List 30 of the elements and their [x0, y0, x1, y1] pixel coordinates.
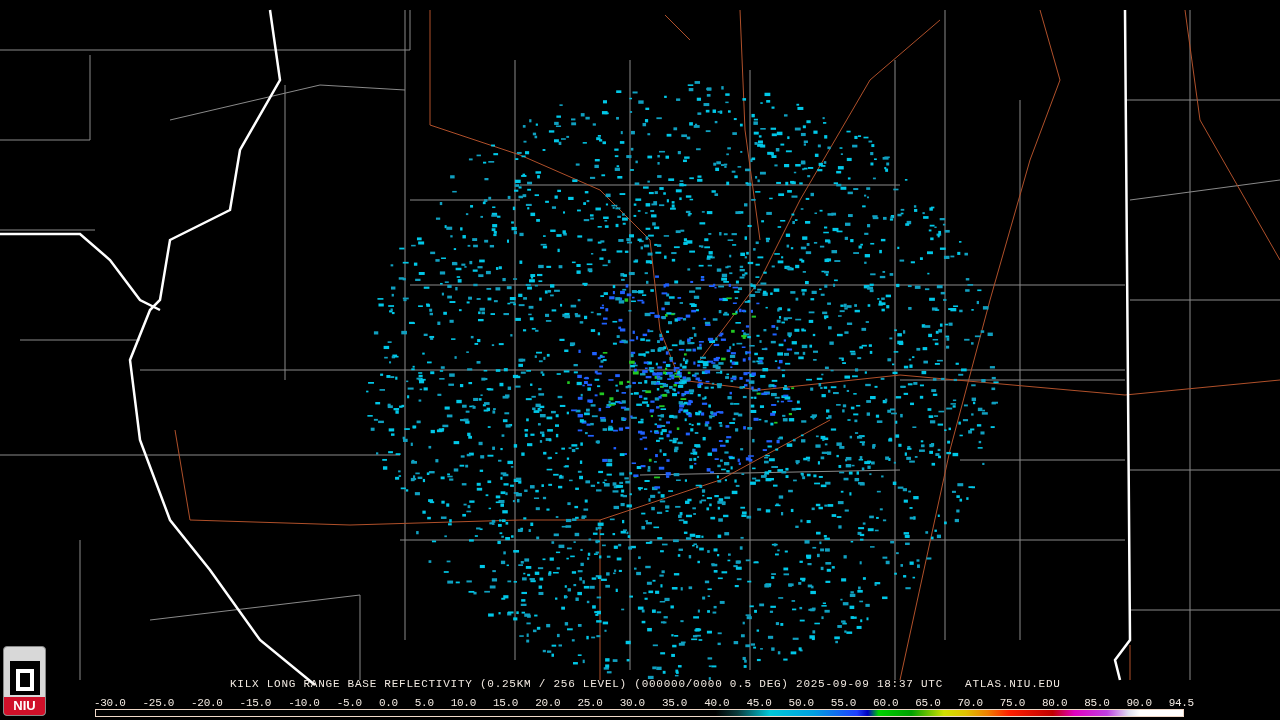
legend-label: -25.0: [142, 697, 175, 709]
legend-label: 90.0: [1126, 697, 1152, 709]
legend-label: 40.0: [704, 697, 730, 709]
building-icon: [9, 661, 40, 695]
legend-label: -5.0: [336, 697, 362, 709]
legend-label: 55.0: [830, 697, 857, 709]
legend-label: -15.0: [239, 697, 272, 709]
legend-label: 15.0: [492, 697, 519, 709]
legend-label: 75.0: [999, 697, 1025, 709]
legend-label: 80.0: [1042, 697, 1068, 709]
legend-label: 10.0: [450, 697, 476, 709]
legend-label: 65.0: [915, 697, 941, 709]
product-title: KILX LONG RANGE BASE REFLECTIVITY (0.25KM / 256 LEVEL) (000000/0000 0.5 DEG) 2025-09-09 18:37 UTC: [230, 677, 944, 691]
logo-text: NIU: [4, 697, 45, 715]
legend-label: 50.0: [788, 697, 814, 709]
legend-label: 45.0: [746, 697, 772, 709]
legend-label: -10.0: [288, 697, 320, 709]
site-url: ATLAS.NIU.EDU: [965, 677, 1061, 691]
legend-label: 5.0: [414, 697, 434, 709]
legend-label: 25.0: [577, 697, 603, 709]
legend-label: 60.0: [873, 697, 899, 709]
legend-label: 94.5: [1168, 697, 1194, 709]
legend-label: 20.0: [535, 697, 561, 709]
legend-label: 30.0: [619, 697, 645, 709]
legend-label: 85.0: [1084, 697, 1110, 709]
legend-label: -30.0: [94, 697, 126, 709]
legend-label: 70.0: [957, 697, 983, 709]
legend-label: -20.0: [191, 697, 223, 709]
legend-label: 0.0: [378, 697, 398, 709]
legend-label: 35.0: [661, 697, 688, 709]
